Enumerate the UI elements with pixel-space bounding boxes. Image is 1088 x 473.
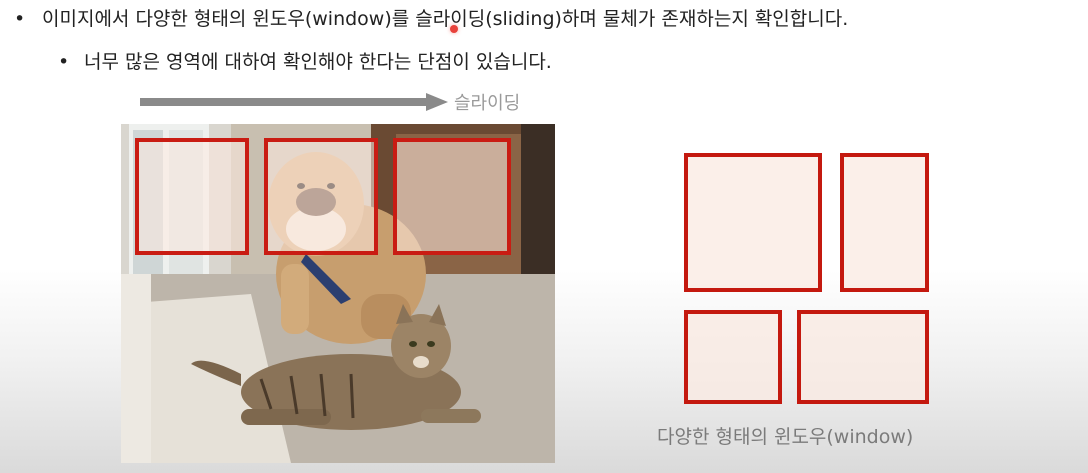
window-shape-tall: [840, 153, 929, 292]
bullet-item-2: • 너무 많은 영역에 대하여 확인해야 한다는 단점이 있습니다.: [58, 47, 552, 74]
sliding-window-1: [135, 138, 249, 255]
bullet-marker: •: [14, 8, 26, 30]
sliding-label: 슬라이딩: [454, 93, 521, 114]
laser-pointer-dot: [450, 25, 458, 33]
sliding-arrow-icon: [140, 93, 448, 111]
window-shape-small-square: [684, 310, 782, 404]
sliding-window-2: [264, 138, 378, 255]
sliding-window-3: [393, 138, 511, 255]
bullet-item-1: • 이미지에서 다양한 형태의 윈도우(window)를 슬라이딩(sliding…: [14, 4, 848, 31]
bullet-marker: •: [58, 51, 70, 73]
window-shape-wide: [797, 310, 929, 404]
window-shapes-caption: 다양한 형태의 윈도우(window): [657, 426, 914, 448]
bullet-text-1: 이미지에서 다양한 형태의 윈도우(window)를 슬라이딩(sliding)…: [42, 8, 849, 30]
window-shape-large-square: [684, 153, 822, 292]
bullet-text-2: 너무 많은 영역에 대하여 확인해야 한다는 단점이 있습니다.: [84, 51, 552, 73]
